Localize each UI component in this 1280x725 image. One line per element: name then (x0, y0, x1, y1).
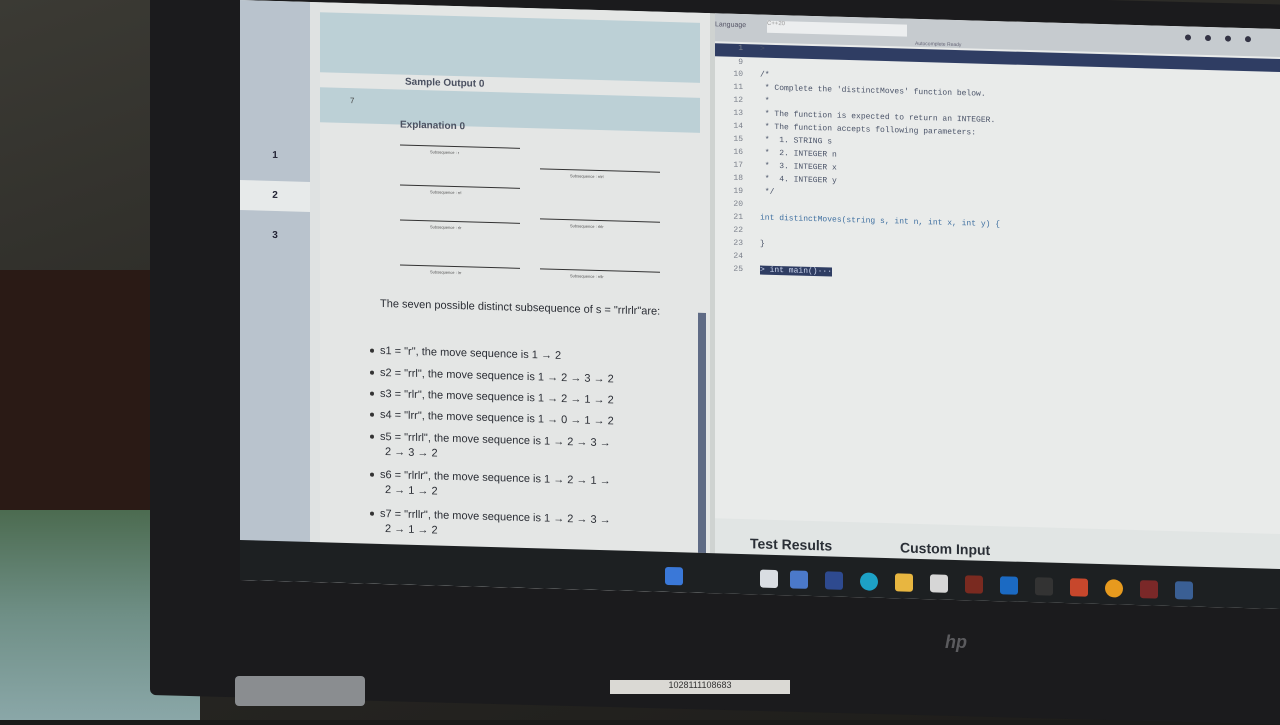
file-icon[interactable] (760, 569, 778, 589)
figure-subsequence-6: Subsequence : rrllr (540, 258, 660, 281)
app-icon[interactable] (1140, 580, 1158, 599)
app-icon[interactable] (1175, 581, 1193, 600)
figure-subsequence-3: Subsequence : rrl (400, 174, 520, 197)
more-icon[interactable] (1245, 36, 1251, 43)
meet-icon[interactable] (825, 571, 843, 590)
code-editor[interactable]: Language C++20 Autocomplete Ready 1 > 9 1… (715, 13, 1280, 570)
sample-output-value: 7 (350, 96, 355, 106)
figure-subsequence-1: Subsequence : r (400, 134, 520, 157)
sample-output-label: Sample Output 0 (405, 76, 485, 90)
tab-test-results[interactable]: Test Results (750, 535, 832, 553)
sample-input-box (320, 12, 700, 83)
figure-subsequence-5: Subsequence : rlr (400, 209, 520, 232)
tab-2[interactable]: 2 (240, 180, 310, 212)
settings-icon[interactable] (1185, 34, 1191, 41)
language-select[interactable]: C++20 (767, 20, 907, 37)
expand-icon[interactable] (1205, 34, 1211, 42)
problem-scrollbar[interactable] (698, 312, 706, 554)
windows-start-icon[interactable] (665, 566, 683, 586)
autocomplete-status: Autocomplete Ready (915, 40, 962, 49)
dev-icon[interactable] (1035, 577, 1053, 596)
figure-subsequence-2: Subsequence : rrlrl (540, 158, 660, 181)
app-icon[interactable] (1070, 578, 1088, 597)
mail-icon[interactable] (1000, 576, 1018, 595)
store-icon[interactable] (930, 574, 948, 593)
widgets-icon[interactable] (790, 570, 808, 589)
tab-1[interactable]: 1 (240, 140, 310, 172)
serial-sticker: 1028111108683 (610, 680, 790, 694)
problem-panel: 1 2 3 Sample Output 0 7 Explanation 0 Su… (240, 0, 710, 594)
figure-subsequence-4: Subsequence : rlrlr (540, 208, 660, 231)
language-label: Language (715, 21, 747, 30)
figure-subsequence-7: Subsequence : lrr (400, 254, 520, 277)
hp-logo: hp (945, 632, 967, 652)
app-icon[interactable] (965, 575, 983, 594)
explanation-label: Explanation 0 (400, 119, 466, 133)
tab-custom-input[interactable]: Custom Input (900, 539, 990, 558)
test-case-tabs: 1 2 3 (240, 0, 310, 582)
folder-icon[interactable] (895, 573, 913, 592)
app-icon[interactable] (1105, 579, 1123, 598)
laptop-screen: 1 2 3 Sample Output 0 7 Explanation 0 Su… (240, 0, 1280, 610)
laptop-hinge (235, 676, 365, 706)
reset-icon[interactable] (1225, 35, 1231, 42)
tab-3[interactable]: 3 (240, 220, 310, 252)
edge-browser-icon[interactable] (860, 572, 878, 591)
